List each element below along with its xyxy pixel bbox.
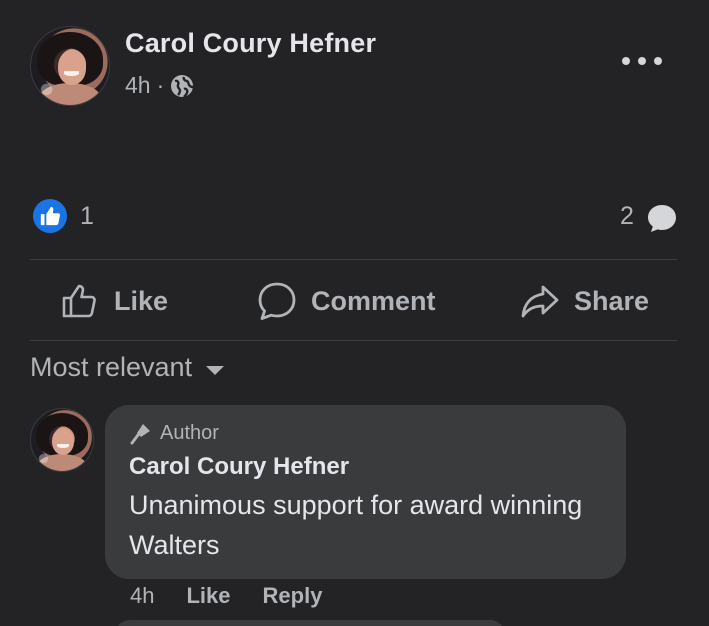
comment-time[interactable]: 4h [130, 583, 154, 609]
chevron-down-icon [206, 366, 225, 375]
author-badge-label: Author [160, 421, 219, 444]
meta-separator: · [156, 72, 165, 98]
like-reaction-icon[interactable] [33, 199, 67, 233]
share-button[interactable]: Share [520, 278, 649, 324]
like-count[interactable]: 1 [80, 202, 94, 231]
comment-count[interactable]: 2 [620, 202, 634, 231]
share-button-label: Share [574, 285, 650, 316]
thumbs-up-icon [40, 206, 60, 226]
like-button-label: Like [114, 285, 169, 316]
comment-like-button[interactable]: Like [186, 583, 230, 609]
microphone-icon [130, 424, 150, 445]
like-button[interactable]: Like [60, 278, 168, 324]
comment-reply-button[interactable]: Reply [263, 583, 323, 609]
thumbs-up-outline-icon [62, 284, 96, 318]
post-meta: 4h · [125, 72, 194, 99]
author-badge: Author [128, 420, 219, 446]
divider [30, 340, 677, 341]
comment-button-label: Comment [311, 285, 436, 316]
share-arrow-icon [521, 285, 559, 318]
globe-icon [171, 74, 194, 98]
comment-bubble-icon[interactable] [646, 203, 678, 233]
comment-actions: 4h Like Reply [130, 583, 354, 609]
divider [30, 259, 677, 260]
comment-sort-dropdown[interactable]: Most relevant [30, 352, 225, 383]
post-time[interactable]: 4h [125, 72, 151, 99]
commenter-name[interactable]: Carol Coury Hefner [129, 453, 349, 481]
comment-sort-label: Most relevant [30, 352, 193, 382]
comment-outline-icon [258, 282, 296, 320]
next-comment-bubble [115, 620, 505, 626]
commenter-avatar[interactable] [30, 408, 94, 472]
post-author-name[interactable]: Carol Coury Hefner [125, 28, 376, 59]
comment-text: Unanimous support for award winning Walt… [129, 490, 583, 560]
comment-button[interactable]: Comment [257, 278, 436, 324]
author-avatar[interactable] [30, 26, 110, 106]
post-page: Carol Coury Hefner 4h · 1 2 Like Comment… [0, 0, 709, 626]
more-options-icon[interactable] [622, 52, 662, 70]
